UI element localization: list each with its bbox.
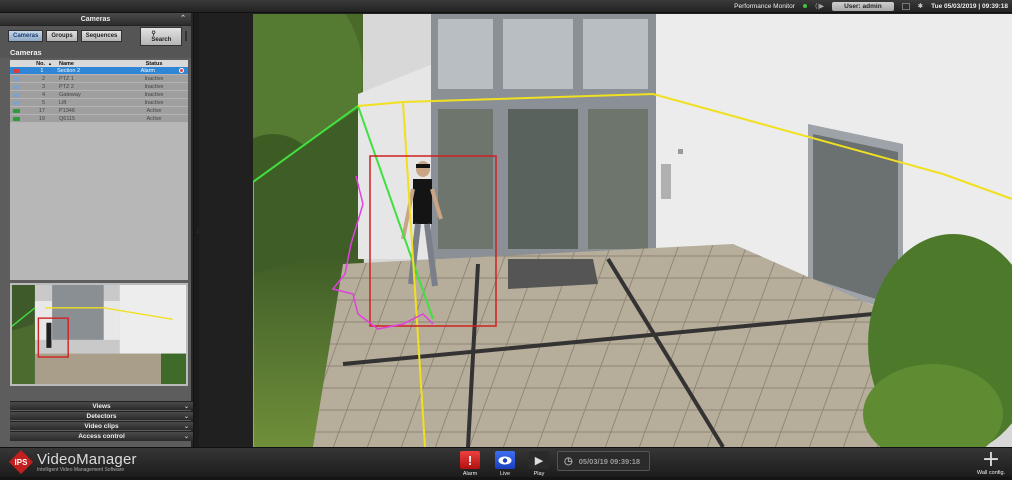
preview-image (12, 285, 186, 384)
camera-scene (253, 14, 1012, 447)
time-display-value: 05/03/19 09:39:18 (578, 456, 641, 466)
camera-icon (10, 84, 23, 89)
column-header-no[interactable]: No. (23, 61, 48, 67)
tab-groups[interactable]: Groups (46, 30, 78, 42)
exclamation-icon: ! (467, 452, 473, 468)
camera-name: P1346 (59, 107, 75, 114)
camera-tabs: Cameras Groups Sequences ⚲ Search (0, 26, 191, 46)
camera-name: Section 2 (57, 67, 81, 74)
camera-row[interactable]: 2 PTZ 1 Inactive (10, 75, 188, 83)
brand-subtitle: Intelligent Video Management Software (37, 467, 125, 473)
search-options-button[interactable] (185, 31, 188, 41)
brand-title: VideoManager (37, 451, 137, 468)
ips-logo-icon: IPS (8, 449, 34, 475)
video-area (199, 13, 1012, 447)
camera-number: 2 (41, 75, 45, 82)
camera-status: Active (146, 115, 162, 122)
layout-icon[interactable] (901, 2, 910, 10)
camera-preview[interactable] (10, 283, 188, 386)
alarm-button[interactable]: ! (460, 451, 480, 469)
bottom-bar: IPS VideoManager Intelligent Video Manag… (0, 447, 1012, 477)
camera-name: Q6115 (59, 115, 76, 122)
alarm-indicator-icon (175, 68, 188, 73)
camera-status: Alarm (140, 67, 156, 74)
eye-icon (498, 456, 512, 464)
expand-icon: ⌄ (183, 403, 189, 410)
live-button[interactable] (495, 451, 515, 469)
clock-icon: ◷ (564, 455, 573, 467)
camera-icon (10, 68, 22, 73)
camera-row[interactable]: 1 Section 2 Alarm (10, 67, 188, 75)
play-icon: ▶ (534, 454, 544, 467)
camera-name: Lift (59, 99, 67, 106)
accordion-views-label: Views (92, 402, 111, 410)
camera-row[interactable]: 19 Q6115 Active (10, 115, 188, 123)
camera-number: 4 (41, 91, 45, 98)
camera-number: 19 (38, 115, 45, 122)
tab-sequences[interactable]: Sequences (80, 30, 123, 42)
top-status-bar: Performance Monitor ⟨|▶ User: admin ✱ Tu… (0, 0, 1012, 13)
camera-number: 3 (41, 83, 45, 90)
accordion-access-control[interactable]: Access control ⌄ (10, 431, 193, 441)
live-video-view[interactable] (253, 14, 1012, 447)
cameras-panel-header[interactable]: Cameras ⌃ (0, 13, 191, 26)
wall-config-button[interactable]: + Wall config. (973, 447, 1009, 477)
camera-icon (10, 116, 23, 121)
accordion-video-clips[interactable]: Video clips ⌄ (10, 421, 193, 430)
camera-row[interactable]: 3 PTZ 2 Inactive (10, 83, 188, 91)
cameras-panel-title: Cameras (80, 15, 111, 23)
app-logo: IPS VideoManager Intelligent Video Manag… (8, 449, 137, 475)
play-button[interactable]: ▶ (529, 451, 549, 469)
camera-status: Inactive (144, 83, 164, 90)
camera-name: PTZ 2 (59, 83, 74, 90)
time-display[interactable]: ◷ 05/03/19 09:39:18 (557, 451, 650, 471)
camera-list: No. ▲ Name Status 1 Section 2 Alarm 2 PTZ 1 I… (10, 60, 188, 280)
svg-text:IPS: IPS (15, 458, 29, 467)
settings-icon[interactable]: ✱ (918, 2, 923, 10)
column-header-name[interactable]: Name (56, 61, 126, 67)
accordion-detectors-label: Detectors (86, 412, 117, 420)
performance-monitor-label[interactable]: Performance Monitor (734, 3, 795, 10)
accordion-views[interactable]: Views ⌄ (10, 401, 193, 410)
search-button-label: Search (151, 36, 172, 43)
datetime-display: Tue 05/03/2019 | 09:39:18 (931, 2, 1008, 10)
tab-cameras[interactable]: Cameras (8, 30, 44, 42)
accordion-access-control-label: Access control (78, 433, 125, 440)
camera-status: Active (146, 107, 162, 114)
camera-icon (10, 100, 23, 105)
camera-row[interactable]: 4 Gateway Inactive (10, 91, 188, 99)
camera-icon (10, 76, 23, 81)
camera-status: Inactive (144, 99, 164, 106)
expand-icon: ⌄ (183, 423, 189, 430)
camera-number: 5 (41, 99, 45, 106)
camera-icon (10, 108, 23, 113)
sort-arrow-icon: ▲ (48, 61, 52, 66)
accordion-video-clips-label: Video clips (84, 422, 119, 430)
camera-name: Gateway (59, 91, 81, 98)
plus-icon: + (981, 447, 1001, 472)
camera-status: Inactive (144, 75, 164, 82)
wall-config-label: Wall config. (976, 470, 1006, 476)
camera-icon (10, 92, 23, 97)
expand-icon: ⌄ (183, 413, 189, 420)
alarm-label: Alarm (462, 471, 478, 477)
camera-list-title: Cameras (0, 46, 191, 58)
camera-number: 17 (38, 107, 45, 114)
collapse-icon[interactable]: ⌃ (180, 14, 186, 22)
live-label: Live (499, 471, 511, 477)
user-button[interactable]: User: admin (832, 1, 894, 11)
play-label: Play (533, 471, 545, 477)
column-header-status[interactable]: Status (126, 61, 182, 67)
search-button[interactable]: ⚲ Search (140, 26, 183, 46)
expand-icon: ⌄ (183, 434, 189, 440)
camera-row[interactable]: 5 Lift Inactive (10, 99, 188, 107)
camera-status: Inactive (144, 91, 164, 98)
status-indicator-icon (802, 4, 807, 8)
camera-number: 1 (40, 67, 44, 74)
camera-name: PTZ 1 (59, 75, 74, 82)
camera-row[interactable]: 17 P1346 Active (10, 107, 188, 115)
accordion-detectors[interactable]: Detectors ⌄ (10, 411, 193, 420)
camera-list-header: No. ▲ Name Status (10, 60, 188, 67)
connection-icon: ⟨|▶ (814, 3, 825, 10)
